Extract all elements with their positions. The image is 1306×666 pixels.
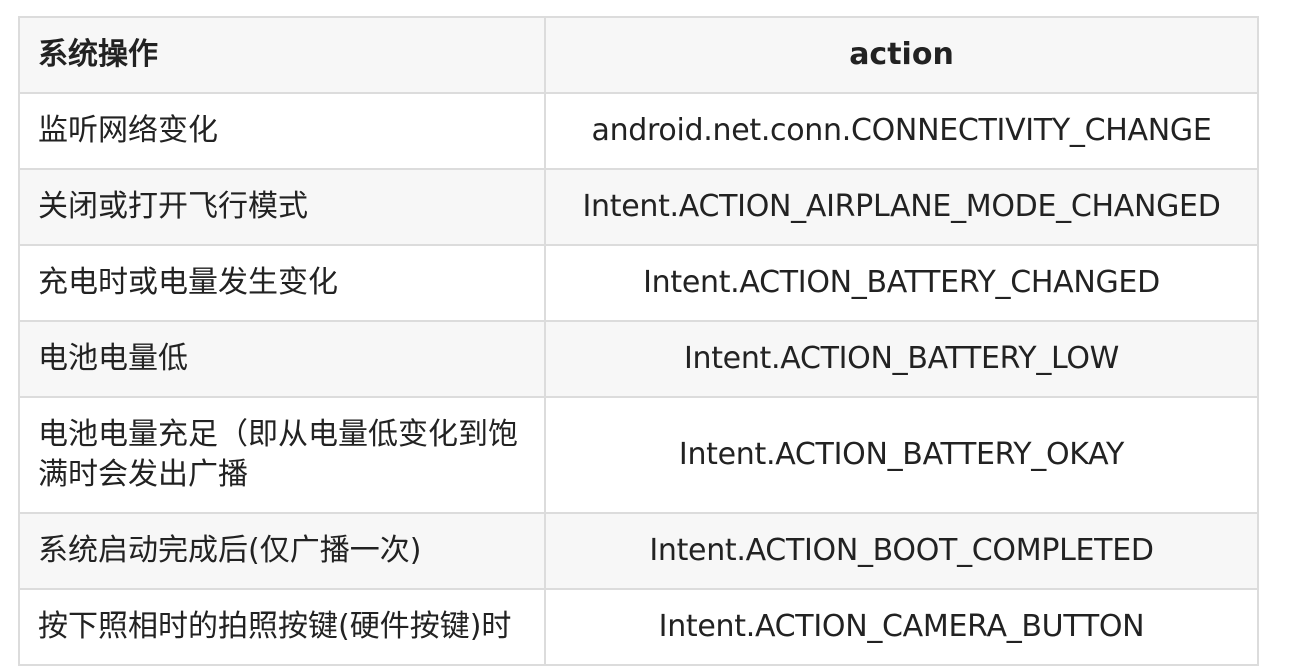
table-row: 电池电量低 Intent.ACTION_BATTERY_LOW (18, 320, 1259, 398)
operation-cell: 电池电量低 (18, 320, 546, 398)
system-broadcast-table: 系统操作 action 监听网络变化 android.net.conn.CONN… (18, 16, 1259, 666)
operation-cell: 充电时或电量发生变化 (18, 244, 546, 322)
action-cell: Intent.ACTION_AIRPLANE_MODE_CHANGED (544, 168, 1259, 246)
operation-cell: 监听网络变化 (18, 92, 546, 170)
table-header-row: 系统操作 action (18, 16, 1259, 94)
table-row: 充电时或电量发生变化 Intent.ACTION_BATTERY_CHANGED (18, 244, 1259, 322)
operation-cell: 系统启动完成后(仅广播一次) (18, 512, 546, 590)
action-cell: Intent.ACTION_BATTERY_LOW (544, 320, 1259, 398)
table-row: 系统启动完成后(仅广播一次) Intent.ACTION_BOOT_COMPLE… (18, 512, 1259, 590)
action-cell: Intent.ACTION_CAMERA_BUTTON (544, 588, 1259, 666)
header-operation: 系统操作 (18, 16, 546, 94)
header-action: action (544, 16, 1259, 94)
operation-cell: 电池电量充足（即从电量低变化到饱满时会发出广播 (18, 396, 546, 514)
action-cell: Intent.ACTION_BATTERY_OKAY (544, 396, 1259, 514)
table-row: 监听网络变化 android.net.conn.CONNECTIVITY_CHA… (18, 92, 1259, 170)
operation-cell: 关闭或打开飞行模式 (18, 168, 546, 246)
action-cell: Intent.ACTION_BATTERY_CHANGED (544, 244, 1259, 322)
content-area: 系统操作 action 监听网络变化 android.net.conn.CONN… (18, 16, 1259, 666)
action-cell: Intent.ACTION_BOOT_COMPLETED (544, 512, 1259, 590)
operation-cell: 按下照相时的拍照按键(硬件按键)时 (18, 588, 546, 666)
table-row: 按下照相时的拍照按键(硬件按键)时 Intent.ACTION_CAMERA_B… (18, 588, 1259, 666)
action-cell: android.net.conn.CONNECTIVITY_CHANGE (544, 92, 1259, 170)
table-row: 关闭或打开飞行模式 Intent.ACTION_AIRPLANE_MODE_CH… (18, 168, 1259, 246)
table-row: 电池电量充足（即从电量低变化到饱满时会发出广播 Intent.ACTION_BA… (18, 396, 1259, 514)
